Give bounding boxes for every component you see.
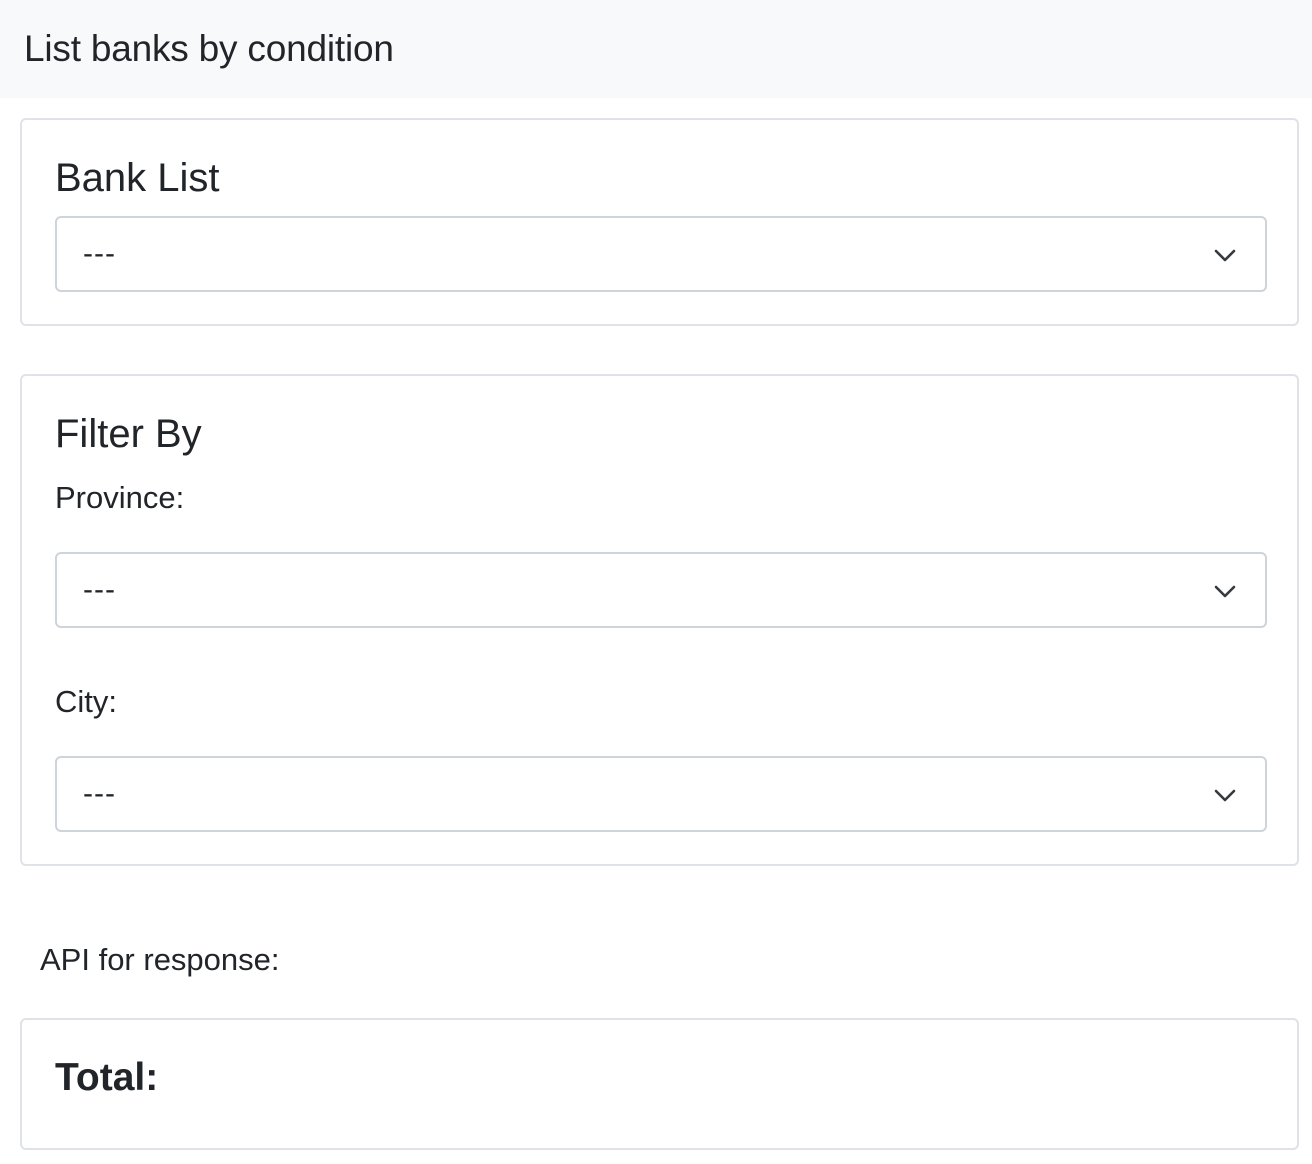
- chevron-down-icon: [1214, 789, 1236, 802]
- total-title: Total:: [55, 1056, 159, 1099]
- city-label: City:: [55, 684, 117, 719]
- bank-list-card: Bank List ---: [20, 118, 1299, 326]
- page-header: List banks by condition: [0, 0, 1312, 98]
- api-response-label: API for response:: [40, 942, 280, 977]
- chevron-down-icon: [1214, 249, 1236, 262]
- page-title: List banks by condition: [24, 28, 394, 69]
- total-card: Total:: [20, 1018, 1299, 1150]
- filter-by-card: Filter By Province: --- City: ---: [20, 374, 1299, 866]
- bank-list-select[interactable]: ---: [55, 216, 1267, 292]
- filter-by-title: Filter By: [55, 412, 202, 456]
- city-select-value: ---: [83, 777, 116, 810]
- province-label: Province:: [55, 480, 185, 515]
- city-select[interactable]: ---: [55, 756, 1267, 832]
- bank-list-select-value: ---: [83, 237, 116, 270]
- chevron-down-icon: [1214, 585, 1236, 598]
- bank-list-title: Bank List: [55, 156, 220, 200]
- province-select[interactable]: ---: [55, 552, 1267, 628]
- province-select-value: ---: [83, 573, 116, 606]
